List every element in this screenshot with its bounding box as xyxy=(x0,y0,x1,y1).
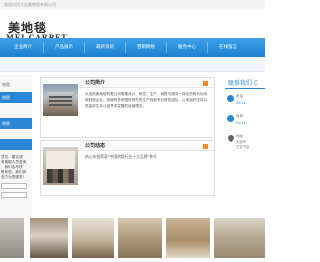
news-panel: 公司动态 热心庆祝荣获"中国地毯行业十大品牌"称号 xyxy=(40,140,215,196)
building-shape xyxy=(47,92,74,110)
sidebar-item[interactable]: 地毯 xyxy=(0,118,32,129)
news-photo xyxy=(43,147,78,185)
tel-value[interactable]: 0411- xyxy=(236,100,247,105)
nav-item-about[interactable]: 企业简介 xyxy=(4,38,42,57)
sidebar-item[interactable]: 地毯 xyxy=(0,79,32,90)
product-gallery xyxy=(0,218,265,262)
sidebar-item[interactable] xyxy=(0,139,32,150)
fax-label: 传真 xyxy=(236,114,243,118)
company-building-photo xyxy=(43,84,78,116)
contact-panel: 联系我们 C 电话 0411- 传真 0411- 地址 大连市 甘井子区 xyxy=(225,75,265,205)
fax-icon xyxy=(227,115,234,122)
main-nav: 企业简介 产品展示 最新资讯 营销网络 服务中心 在线留言 xyxy=(0,38,265,57)
gallery-image[interactable] xyxy=(118,218,162,258)
nav-separator xyxy=(84,42,85,53)
gallery-image[interactable] xyxy=(30,218,68,258)
contact-divider xyxy=(225,88,265,89)
news-photo-people xyxy=(47,169,74,183)
tel-label: 电话 xyxy=(236,94,243,98)
more-icon[interactable] xyxy=(203,81,208,86)
nav-separator xyxy=(43,42,44,53)
building-windows xyxy=(49,96,72,98)
sidebar-input[interactable] xyxy=(1,183,27,189)
nav-separator xyxy=(207,42,208,53)
sidebar-note: 全力为您服务！ xyxy=(1,175,27,179)
gallery-image[interactable] xyxy=(72,218,114,258)
welcome-text: 欢迎访问大连美地毯有限公司 xyxy=(4,2,56,7)
nav-separator xyxy=(125,42,126,53)
sidebar-item[interactable]: 地毯 xyxy=(0,92,32,103)
phone-icon xyxy=(227,95,234,102)
addr-label: 地址 xyxy=(236,134,243,138)
gallery-image[interactable] xyxy=(0,218,24,258)
fax-value[interactable]: 0411- xyxy=(236,120,247,125)
about-panel: 公司简介 大连阳美地毯有限公司是集设计、研发、生产、销售与服务一体化的现代化地毯… xyxy=(40,77,215,138)
sidebar-item[interactable] xyxy=(0,105,32,116)
gallery-image[interactable] xyxy=(166,218,210,258)
news-title: 公司动态 xyxy=(85,143,106,149)
contact-title-en: C xyxy=(253,80,259,87)
nav-item-network[interactable]: 营销网络 xyxy=(127,38,165,57)
top-bar: 欢迎访问大连美地毯有限公司 xyxy=(0,0,265,9)
banner-strip xyxy=(0,57,265,72)
about-title: 公司简介 xyxy=(85,80,106,86)
gallery-image[interactable] xyxy=(214,218,265,258)
header: 美地毯 MEI CARPET xyxy=(0,9,265,42)
news-item-link[interactable]: 热心庆祝荣获"中国地毯行业十大品牌"称号 xyxy=(85,154,210,160)
nav-item-products[interactable]: 产品展示 xyxy=(45,38,83,57)
news-photo-wall xyxy=(46,151,75,169)
nav-item-message[interactable]: 在线留言 xyxy=(209,38,247,57)
more-icon[interactable] xyxy=(203,144,208,149)
contact-title-cn: 联系我们 xyxy=(228,80,253,87)
nav-item-news[interactable]: 最新资讯 xyxy=(86,38,124,57)
nav-separator xyxy=(166,42,167,53)
sidebar-input[interactable] xyxy=(1,192,27,198)
contact-title: 联系我们 C xyxy=(228,78,258,87)
location-icon xyxy=(226,133,236,143)
about-text: 大连阳美地毯有限公司是集设计、研发、生产、销售与服务一体化的现代化地毯制造企业，… xyxy=(85,92,208,108)
nav-item-service[interactable]: 服务中心 xyxy=(168,38,206,57)
addr-line: 甘井子区 xyxy=(236,145,250,149)
